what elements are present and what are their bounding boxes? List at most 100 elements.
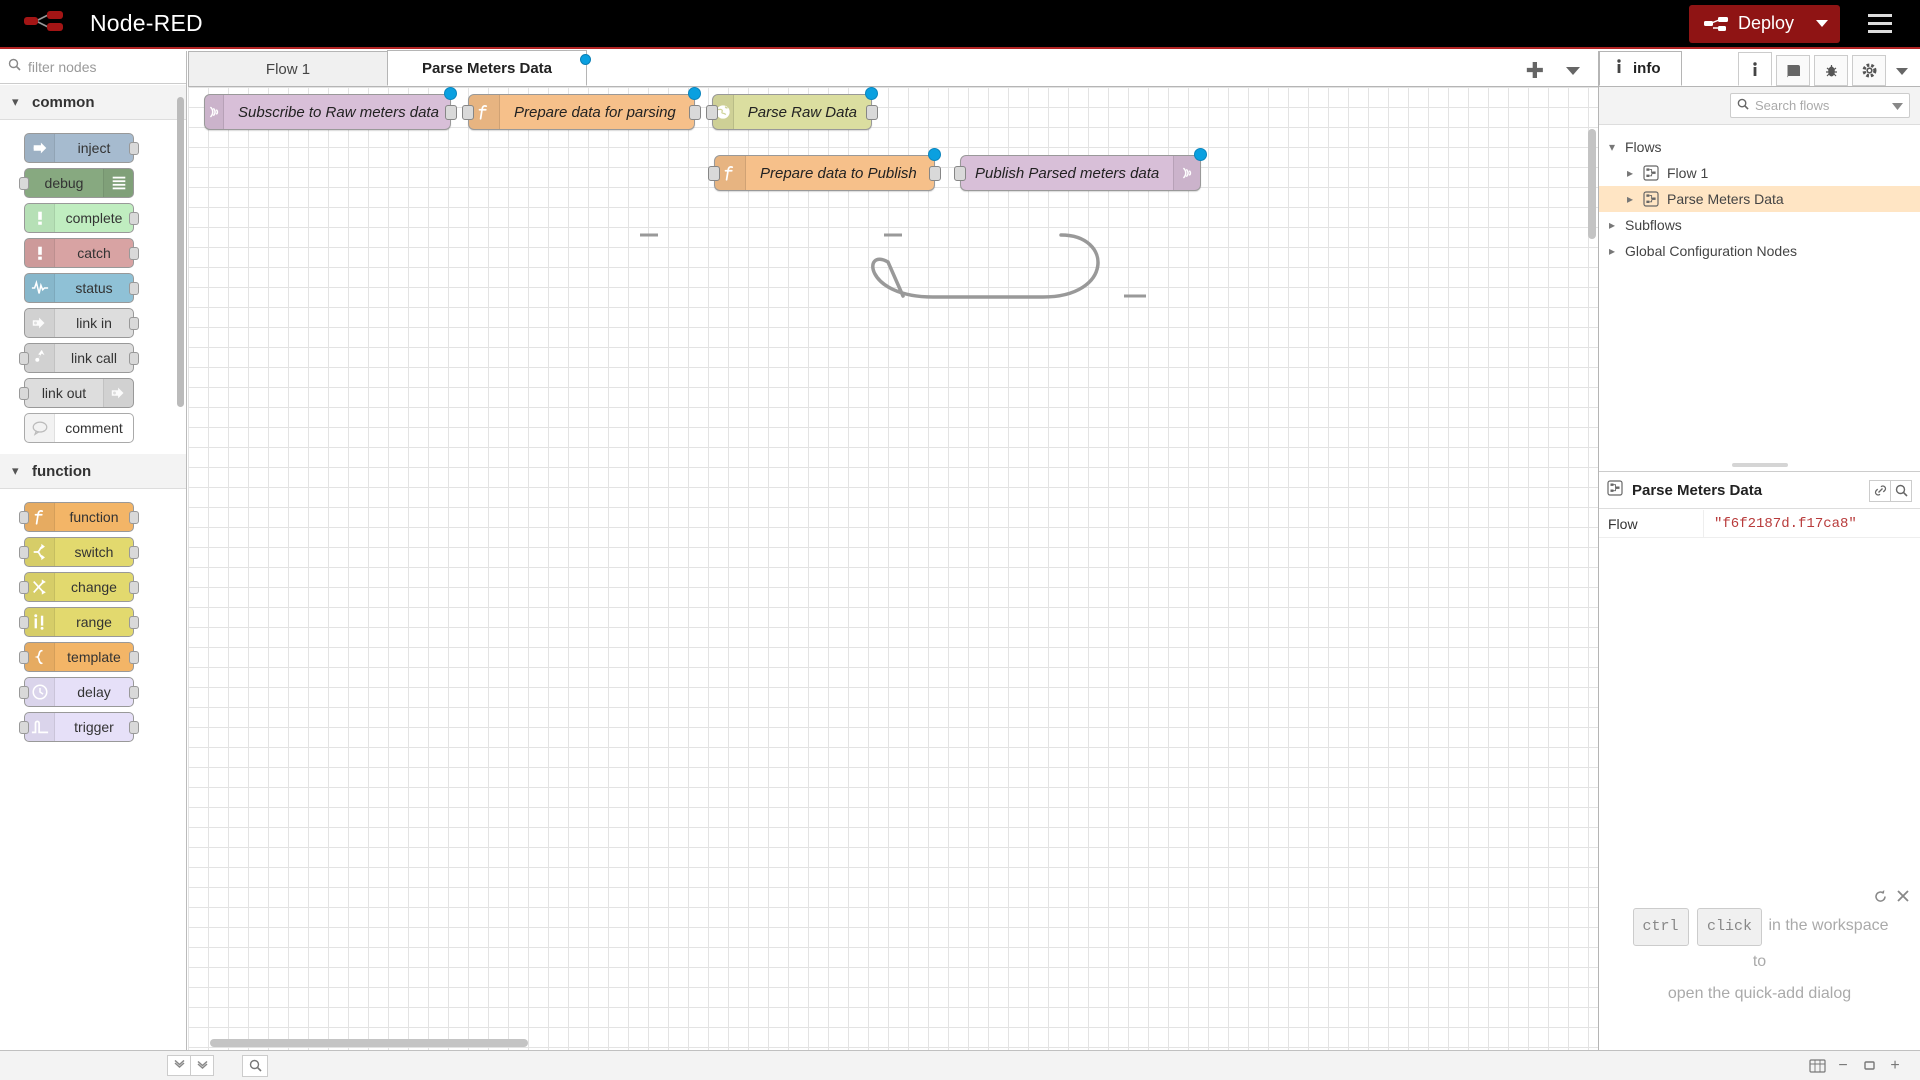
sidebar-tab-info[interactable] bbox=[1738, 52, 1772, 86]
refresh-icon[interactable] bbox=[1873, 889, 1888, 908]
navigator-map-icon[interactable] bbox=[1804, 1054, 1830, 1078]
chevron-down-icon[interactable]: ▾ bbox=[1609, 140, 1625, 154]
palette-node-debug[interactable]: debug bbox=[24, 168, 134, 198]
output-port[interactable] bbox=[129, 511, 139, 524]
palette-node-inject[interactable]: inject bbox=[24, 133, 134, 163]
palette-node-status[interactable]: status bbox=[24, 273, 134, 303]
output-port[interactable] bbox=[129, 581, 139, 594]
palette-node-link-in[interactable]: link in bbox=[24, 308, 134, 338]
sidebar-splitter[interactable] bbox=[1599, 458, 1920, 472]
input-port[interactable] bbox=[19, 352, 29, 365]
flow-search-input[interactable] bbox=[1755, 98, 1880, 113]
caret-down-icon[interactable] bbox=[1816, 20, 1828, 27]
zoom-in-icon[interactable]: + bbox=[1882, 1054, 1908, 1078]
link-chain-icon[interactable] bbox=[1869, 480, 1891, 502]
palette-node-link-out[interactable]: link out bbox=[24, 378, 134, 408]
input-port[interactable] bbox=[706, 105, 718, 120]
output-port[interactable] bbox=[129, 686, 139, 699]
palette-category-common[interactable]: ▾common bbox=[0, 85, 186, 120]
tab-info[interactable]: info bbox=[1599, 51, 1682, 86]
flow-node-Subscribe-to-Raw-meters-data[interactable]: Subscribe to Raw meters data bbox=[204, 94, 451, 130]
input-port[interactable] bbox=[19, 616, 29, 629]
output-port[interactable] bbox=[129, 212, 139, 225]
input-port[interactable] bbox=[19, 177, 29, 190]
flow-tab-Flow-1[interactable]: Flow 1 bbox=[188, 51, 388, 86]
tree-item-Global-Configuration-Nodes[interactable]: ▸Global Configuration Nodes bbox=[1599, 238, 1920, 264]
output-port[interactable] bbox=[129, 247, 139, 260]
output-port[interactable] bbox=[129, 721, 139, 734]
chevron-right-icon[interactable]: ▸ bbox=[1609, 244, 1625, 258]
output-port[interactable] bbox=[129, 616, 139, 629]
search-icon[interactable] bbox=[1890, 480, 1912, 502]
sidebar-more-icon[interactable] bbox=[1896, 68, 1908, 75]
collapse-all-icon[interactable] bbox=[167, 1055, 191, 1076]
output-port[interactable] bbox=[929, 166, 941, 181]
palette-node-function[interactable]: function bbox=[24, 502, 134, 532]
input-port[interactable] bbox=[19, 581, 29, 594]
input-port[interactable] bbox=[708, 166, 720, 181]
output-port[interactable] bbox=[445, 105, 457, 120]
expand-all-icon[interactable] bbox=[190, 1055, 214, 1076]
sidebar-tab-help[interactable] bbox=[1776, 55, 1810, 86]
palette-node-catch[interactable]: catch bbox=[24, 238, 134, 268]
output-port[interactable] bbox=[866, 105, 878, 120]
palette-node-delay[interactable]: delay bbox=[24, 677, 134, 707]
output-port[interactable] bbox=[129, 282, 139, 295]
canvas-vertical-scrollbar[interactable] bbox=[1588, 129, 1596, 239]
input-port[interactable] bbox=[19, 511, 29, 524]
flow-search[interactable] bbox=[1730, 93, 1910, 118]
flow-node-Publish-Parsed-meters-data[interactable]: Publish Parsed meters data bbox=[960, 155, 1201, 191]
palette-node-change[interactable]: change bbox=[24, 572, 134, 602]
hamburger-menu-icon[interactable] bbox=[1858, 14, 1902, 33]
input-port[interactable] bbox=[19, 686, 29, 699]
flow-canvas[interactable]: Subscribe to Raw meters data Prepare data… bbox=[188, 87, 1598, 1050]
caret-down-icon[interactable] bbox=[1892, 97, 1903, 115]
sidebar-tab-debug[interactable] bbox=[1814, 55, 1848, 86]
deploy-button[interactable]: Deploy bbox=[1689, 5, 1840, 43]
output-port[interactable] bbox=[129, 651, 139, 664]
chevron-right-icon[interactable]: ▸ bbox=[1627, 166, 1643, 180]
palette-node-template[interactable]: template bbox=[24, 642, 134, 672]
input-port[interactable] bbox=[19, 651, 29, 664]
input-port[interactable] bbox=[462, 105, 474, 120]
palette-node-switch[interactable]: switch bbox=[24, 537, 134, 567]
input-port[interactable] bbox=[19, 546, 29, 559]
palette-category-function[interactable]: ▾function bbox=[0, 454, 186, 489]
output-port[interactable] bbox=[129, 352, 139, 365]
footer-search-icon[interactable] bbox=[242, 1055, 268, 1077]
input-port[interactable] bbox=[19, 721, 29, 734]
palette-scrollbar[interactable] bbox=[177, 97, 184, 407]
palette-node-comment[interactable]: comment bbox=[24, 413, 134, 443]
tree-item-Subflows[interactable]: ▸Subflows bbox=[1599, 212, 1920, 238]
zoom-reset-icon[interactable] bbox=[1856, 1054, 1882, 1078]
tree-item-label: Flows bbox=[1625, 139, 1662, 155]
sidebar-tab-settings[interactable] bbox=[1852, 55, 1886, 86]
canvas-horizontal-scrollbar[interactable] bbox=[210, 1039, 528, 1047]
search-input[interactable] bbox=[28, 59, 178, 75]
flow-node-Parse-Raw-Data[interactable]: Parse Raw Data bbox=[712, 94, 872, 130]
output-port[interactable] bbox=[129, 142, 139, 155]
tree-item-Flow-1[interactable]: ▸Flow 1 bbox=[1599, 160, 1920, 186]
tree-item-Parse-Meters-Data[interactable]: ▸Parse Meters Data bbox=[1599, 186, 1920, 212]
output-port[interactable] bbox=[129, 546, 139, 559]
palette-filter[interactable] bbox=[0, 51, 186, 84]
palette-node-complete[interactable]: complete bbox=[24, 203, 134, 233]
output-port[interactable] bbox=[129, 317, 139, 330]
palette-node-range[interactable]: range bbox=[24, 607, 134, 637]
tree-item-Flows[interactable]: ▾Flows bbox=[1599, 134, 1920, 160]
output-port[interactable] bbox=[689, 105, 701, 120]
caret-down-icon[interactable] bbox=[1566, 67, 1580, 75]
plus-icon[interactable]: ✚ bbox=[1526, 60, 1544, 82]
flow-node-Prepare-data-to-Publish[interactable]: Prepare data to Publish bbox=[714, 155, 935, 191]
palette-node-trigger[interactable]: trigger bbox=[24, 712, 134, 742]
debug-bug-icon bbox=[1824, 63, 1839, 78]
zoom-out-icon[interactable]: − bbox=[1830, 1054, 1856, 1078]
chevron-right-icon[interactable]: ▸ bbox=[1627, 192, 1643, 206]
chevron-right-icon[interactable]: ▸ bbox=[1609, 218, 1625, 232]
flow-node-Prepare-data-for-parsing[interactable]: Prepare data for parsing bbox=[468, 94, 695, 130]
input-port[interactable] bbox=[954, 166, 966, 181]
close-x-icon[interactable] bbox=[1896, 889, 1910, 908]
palette-node-link-call[interactable]: link call bbox=[24, 343, 134, 373]
flow-tab-Parse-Meters-Data[interactable]: Parse Meters Data bbox=[387, 50, 587, 86]
input-port[interactable] bbox=[19, 387, 29, 400]
